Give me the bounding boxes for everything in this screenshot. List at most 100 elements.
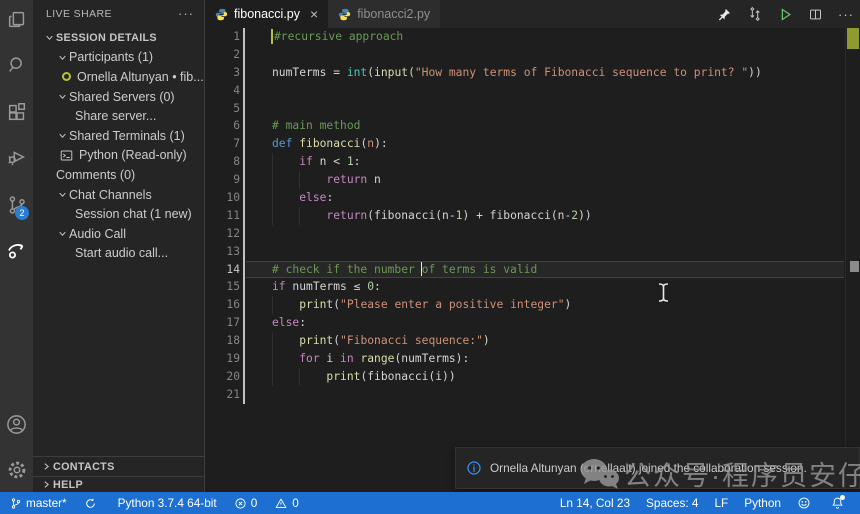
code-line[interactable]: 17else: xyxy=(205,314,860,332)
tree-item[interactable]: Comments (0) xyxy=(33,165,204,185)
tree-item-label: Session chat (1 new) xyxy=(75,207,192,221)
feedback-status-item[interactable] xyxy=(797,496,815,510)
status-item[interactable]: Spaces: 4 xyxy=(646,496,698,510)
code-line[interactable]: 1#recursive approach xyxy=(205,28,860,46)
notification-text: Ornella Altunyan (ornellaalt) joined the… xyxy=(490,461,807,475)
tree-item[interactable]: Start audio call... xyxy=(33,244,204,264)
code-line[interactable]: 6# main method xyxy=(205,117,860,135)
git-branch-status-item[interactable]: master* xyxy=(10,496,67,510)
line-number[interactable]: 10 xyxy=(205,189,245,207)
search-icon[interactable] xyxy=(0,47,33,83)
line-number[interactable]: 12 xyxy=(205,225,245,243)
code-token: : xyxy=(299,316,306,329)
line-number[interactable]: 16 xyxy=(205,296,245,314)
line-number[interactable]: 7 xyxy=(205,135,245,153)
line-number[interactable]: 14 xyxy=(205,261,245,279)
indent-guide xyxy=(299,171,300,189)
tree-item[interactable]: Shared Servers (0) xyxy=(33,87,204,107)
code-line[interactable]: 10 else: xyxy=(205,189,860,207)
code-line[interactable]: 19 for i in range(numTerms): xyxy=(205,350,860,368)
status-item[interactable]: LF xyxy=(714,496,728,510)
help-panel[interactable]: HELP xyxy=(33,476,204,492)
code-line[interactable]: 15if numTerms ≤ 0: xyxy=(205,278,860,296)
gutter-divider xyxy=(243,28,245,404)
code-line[interactable]: 11 return(fibonacci(n-1) + fibonacci(n-2… xyxy=(205,207,860,225)
editor-tab[interactable]: fibonacci.py × xyxy=(205,0,328,28)
run-debug-icon[interactable] xyxy=(0,139,33,175)
tree-item[interactable]: Ornella Altunyan • fib... xyxy=(33,67,204,87)
bell-status-item[interactable] xyxy=(831,496,848,510)
status-item[interactable]: Python xyxy=(744,496,781,510)
settings-icon[interactable] xyxy=(0,452,33,488)
line-number[interactable]: 13 xyxy=(205,243,245,261)
tree-item-label: Ornella Altunyan • fib... xyxy=(77,70,204,84)
tree-item[interactable]: Session chat (1 new) xyxy=(33,204,204,224)
tab-label: fibonacci.py xyxy=(234,7,300,21)
overview-ruler-scrollbar[interactable] xyxy=(845,28,860,492)
run-icon[interactable] xyxy=(778,7,793,22)
line-number[interactable]: 3 xyxy=(205,64,245,82)
line-number[interactable]: 1 xyxy=(205,28,245,46)
code-line[interactable]: 9 return n xyxy=(205,171,860,189)
notification-toast[interactable]: Ornella Altunyan (ornellaalt) joined the… xyxy=(455,447,860,489)
tree-item[interactable]: Participants (1) xyxy=(33,48,204,68)
line-number[interactable]: 8 xyxy=(205,153,245,171)
sync-status-item[interactable] xyxy=(84,497,101,510)
code-line[interactable]: 21 xyxy=(205,386,860,404)
line-number[interactable]: 2 xyxy=(205,46,245,64)
extensions-icon[interactable] xyxy=(0,94,33,130)
line-number[interactable]: 6 xyxy=(205,117,245,135)
code-area[interactable]: 1#recursive approach23numTerms = int(inp… xyxy=(205,28,860,492)
explorer-icon[interactable] xyxy=(0,2,33,38)
code-line[interactable]: 20 print(fibonacci(i)) xyxy=(205,368,860,386)
code-line[interactable]: 8 if n < 1: xyxy=(205,153,860,171)
contacts-panel[interactable]: CONTACTS xyxy=(33,456,204,476)
code-line[interactable]: 12 xyxy=(205,225,860,243)
tree-section-header[interactable]: SESSION DETAILS xyxy=(33,28,204,48)
line-number[interactable]: 19 xyxy=(205,350,245,368)
line-number[interactable]: 15 xyxy=(205,278,245,296)
line-number[interactable]: 21 xyxy=(205,386,245,404)
tree-item[interactable]: Audio Call xyxy=(33,224,204,244)
more-actions-icon[interactable]: ··· xyxy=(838,7,854,22)
code-line[interactable]: 4 xyxy=(205,82,860,100)
tree-item[interactable]: Python (Read-only) xyxy=(33,146,204,166)
close-icon[interactable]: × xyxy=(310,7,318,21)
line-number[interactable]: 5 xyxy=(205,100,245,118)
code-line[interactable]: 3numTerms = int(input("How many terms of… xyxy=(205,64,860,82)
code-line[interactable]: 13 xyxy=(205,243,860,261)
code-line[interactable]: 2 xyxy=(205,46,860,64)
live-share-icon[interactable] xyxy=(0,232,33,268)
split-editor-icon[interactable] xyxy=(808,7,823,22)
sidebar-title: LIVE SHARE xyxy=(46,8,178,20)
line-number[interactable]: 20 xyxy=(205,368,245,386)
line-number[interactable]: 4 xyxy=(205,82,245,100)
pin-icon[interactable] xyxy=(717,7,732,22)
status-item[interactable]: Ln 14, Col 23 xyxy=(560,496,630,510)
editor-tab[interactable]: fibonacci2.py xyxy=(328,0,440,28)
feedback-icon xyxy=(797,496,811,510)
help-label: HELP xyxy=(53,479,83,491)
line-number[interactable]: 11 xyxy=(205,207,245,225)
code-line[interactable]: 18 print("Fibonacci sequence:") xyxy=(205,332,860,350)
error-status-item[interactable]: 0 xyxy=(234,496,258,510)
tree-item[interactable]: Chat Channels xyxy=(33,185,204,205)
sidebar-more-icon[interactable]: ··· xyxy=(178,6,194,21)
code-token: def xyxy=(272,137,299,150)
tree-item[interactable]: Shared Terminals (1) xyxy=(33,126,204,146)
code-line[interactable]: 5 xyxy=(205,100,860,118)
code-line[interactable]: 7def fibonacci(n): xyxy=(205,135,860,153)
editor-actions: ··· xyxy=(717,0,854,28)
line-number[interactable]: 18 xyxy=(205,332,245,350)
code-line[interactable]: 14# check if the number of terms is vali… xyxy=(205,261,860,279)
tree-item[interactable]: Share server... xyxy=(33,106,204,126)
code-token: else xyxy=(299,191,326,204)
line-number[interactable]: 9 xyxy=(205,171,245,189)
open-changes-icon[interactable] xyxy=(747,6,763,22)
line-number[interactable]: 17 xyxy=(205,314,245,332)
accounts-icon[interactable] xyxy=(0,406,33,442)
code-line-content: for i in range(numTerms): xyxy=(245,350,860,368)
warning-status-item[interactable]: 0 xyxy=(274,496,299,510)
code-line[interactable]: 16 print("Please enter a positive intege… xyxy=(205,296,860,314)
status-item[interactable]: Python 3.7.4 64-bit xyxy=(118,496,217,510)
